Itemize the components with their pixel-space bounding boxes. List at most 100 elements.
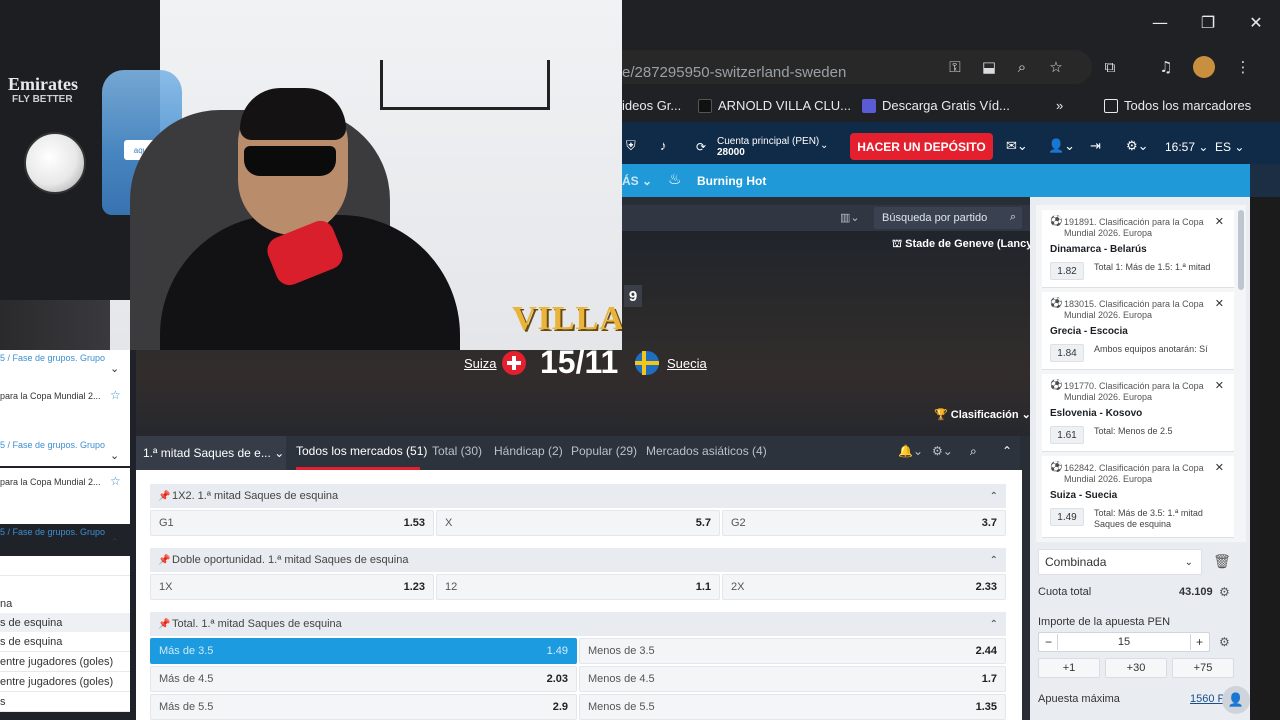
media-icon[interactable]: ♫ — [1155, 56, 1177, 78]
mail-icon[interactable]: ✉⌄ — [1006, 138, 1028, 154]
tab-handicap[interactable]: Hándicap (2) — [494, 444, 563, 458]
team-away[interactable]: Suecia — [667, 356, 707, 371]
chevron-up-icon[interactable]: ⌃ — [990, 555, 998, 566]
language-selector[interactable]: ES ⌄ — [1215, 140, 1244, 154]
gear-icon[interactable]: ⚙ — [1219, 585, 1230, 599]
odd-button[interactable]: Más de 5.5 2.9 — [150, 694, 577, 720]
chevron-up-icon[interactable]: ⌃ — [110, 536, 119, 549]
maximize-button[interactable]: ❐ — [1184, 0, 1232, 44]
quick-stake-button[interactable]: +75 — [1172, 658, 1234, 678]
increase-stake-button[interactable]: + — [1190, 634, 1208, 650]
odd-button-selected[interactable]: Más de 3.5 1.49 — [150, 638, 577, 664]
account-selector[interactable]: Cuenta principal (PEN) 28000 — [717, 136, 819, 158]
star-icon[interactable]: ☆ — [1045, 56, 1067, 78]
bookmark-item[interactable]: ARNOLD VILLA CLU... — [698, 98, 851, 113]
odd-button[interactable]: G1 1.53 — [150, 510, 434, 536]
team-home[interactable]: Suiza — [464, 356, 497, 371]
nav-burning-hot[interactable]: Burning Hot — [697, 174, 766, 188]
collapse-icon[interactable]: ⌃ — [1002, 444, 1012, 458]
market-header[interactable]: 📌 Total. 1.ª mitad Saques de esquina ⌃ — [150, 612, 1006, 636]
chevron-down-icon[interactable]: ⌄ — [110, 449, 119, 462]
max-stake-value[interactable]: 1560 P — [1190, 693, 1225, 705]
odd-button[interactable]: Más de 4.5 2.03 — [150, 666, 577, 692]
user-icon[interactable]: 👤⌄ — [1048, 138, 1075, 154]
odd-button[interactable]: Menos de 3.5 2.44 — [579, 638, 1006, 664]
match-search-input[interactable]: Búsqueda por partido ⌕ — [874, 207, 1022, 229]
nav-more[interactable]: ÁS ⌄ — [622, 174, 652, 188]
account-balance: 28000 — [717, 147, 745, 158]
bet-type-select[interactable]: Combinada ⌄ — [1038, 549, 1202, 575]
star-icon[interactable]: ☆ — [110, 474, 121, 488]
menu-icon[interactable]: ⋮ — [1232, 56, 1254, 78]
zoom-icon[interactable]: ⌕ — [1011, 56, 1033, 78]
event-group-link[interactable]: 5 / Fase de grupos. Grupo — [0, 440, 105, 450]
remove-bet-icon[interactable]: ✕ — [1215, 215, 1224, 228]
minimize-button[interactable]: — — [1136, 0, 1184, 44]
gear-icon[interactable]: ⚙⌄ — [932, 444, 953, 458]
market-header[interactable]: 📌 Doble oportunidad. 1.ª mitad Saques de… — [150, 548, 1006, 572]
profile-avatar[interactable] — [1193, 56, 1215, 78]
pin-icon[interactable]: 📌 — [158, 555, 170, 566]
chevron-up-icon[interactable]: ⌃ — [990, 491, 998, 502]
refresh-icon[interactable]: ⟳ — [696, 140, 706, 154]
odd-button[interactable]: G2 3.7 — [722, 510, 1006, 536]
remove-bet-icon[interactable]: ✕ — [1215, 297, 1224, 310]
close-button[interactable]: ✕ — [1232, 0, 1280, 44]
chat-user-icon[interactable]: 👤 — [1222, 686, 1250, 714]
market-filter-dropdown[interactable]: 1.ª mitad Saques de e... ⌄ — [136, 436, 286, 470]
shield-icon[interactable]: ⛨ — [626, 138, 636, 154]
bell-icon[interactable]: ♪ — [660, 138, 667, 153]
chevron-down-icon[interactable]: ⌄ — [820, 140, 828, 151]
tab-total[interactable]: Total (30) — [432, 444, 482, 458]
key-icon[interactable]: ⚿ — [944, 56, 966, 78]
odd-button[interactable]: Menos de 5.5 1.35 — [579, 694, 1006, 720]
odd-button[interactable]: 2X 2.33 — [722, 574, 1006, 600]
market-row[interactable]: entre jugadores (goles) — [0, 672, 130, 692]
quick-stake-button[interactable]: +1 — [1038, 658, 1100, 678]
odd-button[interactable]: Menos de 4.5 1.7 — [579, 666, 1006, 692]
stake-input[interactable]: − 15 + — [1038, 632, 1210, 652]
star-icon[interactable]: ☆ — [110, 388, 121, 402]
search-icon[interactable]: ⌕ — [970, 444, 977, 459]
decrease-stake-button[interactable]: − — [1040, 634, 1058, 650]
scrollbar[interactable] — [1238, 210, 1244, 290]
tab-all-markets[interactable]: Todos los mercados (51) — [296, 444, 427, 458]
stats-icon[interactable]: ▥⌄ — [840, 211, 860, 224]
gear-icon[interactable]: ⚙ — [1219, 635, 1230, 649]
settings-icon[interactable]: ⚙⌄ — [1126, 138, 1149, 154]
more-bookmarks-button[interactable]: » — [1056, 98, 1063, 113]
trash-icon[interactable]: 🗑 — [1210, 549, 1234, 575]
odd-button[interactable]: X 5.7 — [436, 510, 720, 536]
event-title[interactable]: para la Copa Mundial 2... — [0, 391, 101, 401]
clock-time[interactable]: 16:57 ⌄ — [1165, 140, 1208, 154]
event-group-link[interactable]: 5 / Fase de grupos. Grupo — [0, 527, 105, 537]
pin-icon[interactable]: 📌 — [158, 491, 170, 502]
market-row[interactable]: na — [0, 594, 130, 614]
pin-icon[interactable]: 📌 — [158, 619, 170, 630]
market-header[interactable]: 📌 1X2. 1.ª mitad Saques de esquina ⌃ — [150, 484, 1006, 508]
chevron-up-icon[interactable]: ⌃ — [990, 619, 998, 630]
event-group-link[interactable]: 5 / Fase de grupos. Grupo — [0, 353, 105, 363]
odd-button[interactable]: 1X 1.23 — [150, 574, 434, 600]
market-row[interactable]: s de esquina — [0, 632, 130, 652]
all-bookmarks-folder[interactable]: Todos los marcadores — [1104, 98, 1251, 113]
market-row[interactable]: entre jugadores (goles) — [0, 652, 130, 672]
logout-icon[interactable]: ⇥ — [1090, 138, 1101, 154]
event-title[interactable]: para la Copa Mundial 2... — [0, 477, 101, 487]
odd-button[interactable]: 12 1.1 — [436, 574, 720, 600]
remove-bet-icon[interactable]: ✕ — [1215, 461, 1224, 474]
chevron-down-icon[interactable]: ⌄ — [110, 362, 119, 375]
bookmark-item[interactable]: Descarga Gratis Víd... — [862, 98, 1010, 113]
clasificacion-toggle[interactable]: 🏆 Clasificación ⌄ — [934, 408, 1031, 421]
market-row[interactable]: s de esquina — [0, 613, 130, 633]
deposit-button[interactable]: HACER UN DEPÓSITO — [850, 133, 993, 160]
install-icon[interactable]: ⬓ — [978, 56, 1000, 78]
remove-bet-icon[interactable]: ✕ — [1215, 379, 1224, 392]
extensions-icon[interactable]: ⧉ — [1099, 56, 1121, 78]
market-row[interactable]: s — [0, 692, 130, 712]
bell-icon[interactable]: 🔔⌄ — [898, 444, 923, 458]
quick-stake-button[interactable]: +30 — [1105, 658, 1167, 678]
tab-popular[interactable]: Popular (29) — [571, 444, 637, 458]
tab-asian-markets[interactable]: Mercados asiáticos (4) — [646, 444, 767, 458]
bookmark-item[interactable]: ideos Gr... — [622, 98, 681, 113]
